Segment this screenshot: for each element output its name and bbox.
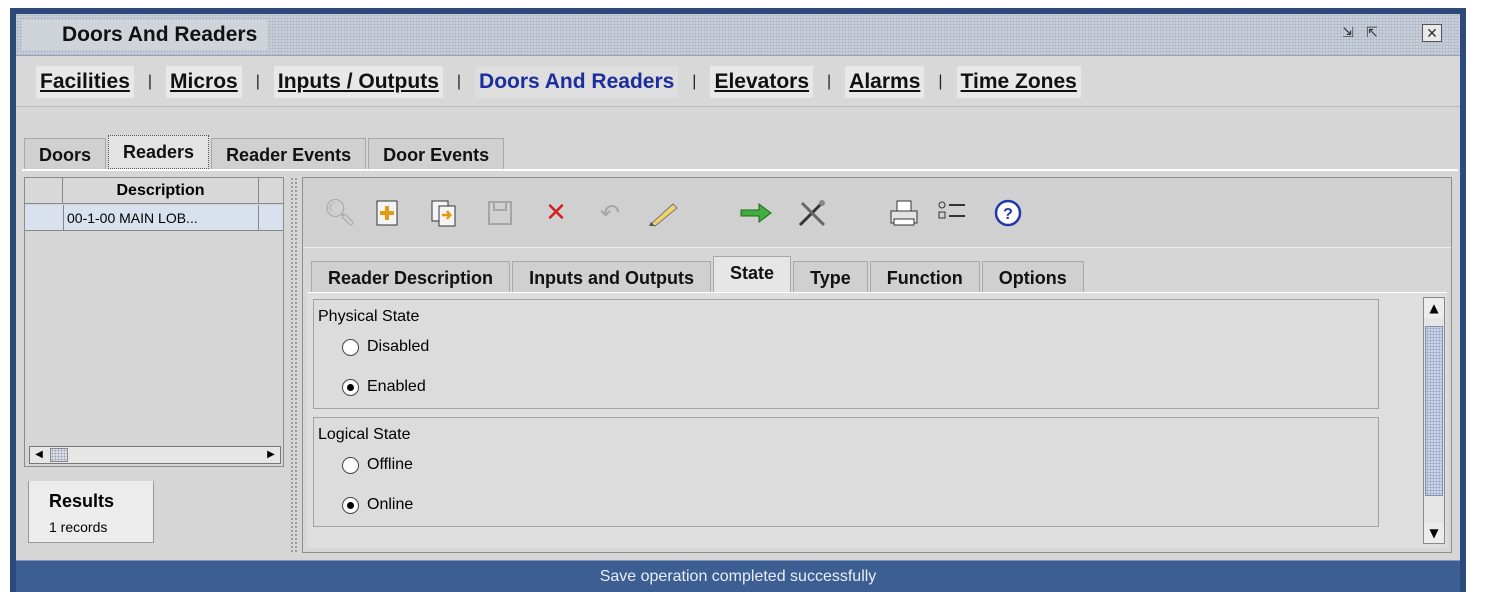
status-bar: Save operation completed successfully xyxy=(16,560,1460,592)
title-box: Doors And Readers xyxy=(22,20,268,50)
tab-reader-events[interactable]: Reader Events xyxy=(211,138,367,169)
results-tab[interactable]: Results 1 records xyxy=(28,481,154,543)
module-inputs-outputs[interactable]: Inputs / Outputs xyxy=(273,65,443,98)
subtab-bar: Doors Readers Reader Events Door Events xyxy=(24,135,506,169)
svg-text:?: ? xyxy=(1003,206,1013,223)
detail-tab-bar: Reader Description Inputs and Outputs St… xyxy=(311,256,1086,292)
radio-button[interactable] xyxy=(342,456,359,474)
nav-separator: | xyxy=(147,72,153,90)
save-icon[interactable] xyxy=(483,196,517,230)
nav-separator: | xyxy=(938,72,943,90)
toolbar: 🔍︎ ✕ ↶ ? xyxy=(303,178,1451,248)
radio-button[interactable] xyxy=(342,338,359,356)
main-area: Description 00-1-00 MAIN LOB... ◀ ▶ Resu… xyxy=(22,169,1458,559)
nav-separator: | xyxy=(255,72,260,90)
window-title: Doors And Readers xyxy=(62,23,258,46)
tab-function[interactable]: Function xyxy=(869,261,980,292)
title-bar[interactable]: Doors And Readers ⇲ ⇱ ✕ xyxy=(16,14,1460,56)
tab-doors[interactable]: Doors xyxy=(24,138,107,169)
radio-button-selected[interactable] xyxy=(342,378,359,396)
radio-label: Disabled xyxy=(367,338,430,355)
results-panel: Description 00-1-00 MAIN LOB... ◀ ▶ Resu… xyxy=(24,177,284,553)
search-icon[interactable]: 🔍︎ xyxy=(323,196,357,230)
list-icon[interactable] xyxy=(935,196,969,230)
scroll-right-icon[interactable]: ▶ xyxy=(262,447,280,463)
tab-options[interactable]: Options xyxy=(981,261,1084,292)
help-icon[interactable]: ? xyxy=(991,196,1025,230)
radio-offline[interactable]: Offline xyxy=(342,456,413,474)
panel-splitter[interactable] xyxy=(290,177,298,553)
vertical-scrollbar[interactable]: ▲ ▼ xyxy=(1423,297,1445,544)
close-icon[interactable]: ✕ xyxy=(1422,24,1442,42)
tools-icon[interactable] xyxy=(795,196,829,230)
physical-state-group: Physical State Disabled Enabled xyxy=(313,299,1379,409)
doors-and-readers-window: Doors And Readers ⇲ ⇱ ✕ Facilities | Mic… xyxy=(10,8,1466,592)
tab-door-events[interactable]: Door Events xyxy=(368,138,505,169)
logical-state-group: Logical State Offline Online xyxy=(313,417,1379,527)
radio-label: Offline xyxy=(367,456,413,473)
column-header-description[interactable]: Description xyxy=(63,178,259,204)
row-header-cell xyxy=(25,178,63,204)
nav-separator: | xyxy=(456,72,462,90)
table-cell-description[interactable]: 00-1-00 MAIN LOB... xyxy=(63,205,259,231)
module-micros[interactable]: Micros xyxy=(166,65,242,98)
state-tab-content: Physical State Disabled Enabled Logical … xyxy=(307,292,1447,548)
module-facilities[interactable]: Facilities xyxy=(36,65,134,98)
window-body: Doors And Readers ⇲ ⇱ ✕ Facilities | Mic… xyxy=(16,14,1460,592)
module-elevators[interactable]: Elevators xyxy=(710,65,814,98)
results-count: 1 records xyxy=(49,519,108,535)
scroll-thumb[interactable] xyxy=(1425,326,1443,496)
module-doors-and-readers[interactable]: Doors And Readers xyxy=(475,65,679,98)
radio-label: Enabled xyxy=(367,378,426,395)
radio-label: Online xyxy=(367,496,414,513)
table-row[interactable]: 00-1-00 MAIN LOB... xyxy=(25,205,283,231)
horizontal-scrollbar[interactable]: ◀ ▶ xyxy=(29,446,281,464)
nav-separator: | xyxy=(827,72,832,90)
scroll-left-icon[interactable]: ◀ xyxy=(30,447,48,463)
nav-separator: | xyxy=(692,72,697,90)
tab-state[interactable]: State xyxy=(713,256,792,292)
go-icon[interactable] xyxy=(739,196,773,230)
tab-inputs-and-outputs[interactable]: Inputs and Outputs xyxy=(512,261,712,292)
detail-panel: 🔍︎ ✕ ↶ ? Reader Description Inputs and O… xyxy=(302,177,1452,553)
undo-icon[interactable]: ↶ xyxy=(593,196,627,230)
radio-online[interactable]: Online xyxy=(342,496,413,514)
radio-button-selected[interactable] xyxy=(342,496,359,514)
delete-icon[interactable]: ✕ xyxy=(539,196,573,230)
physical-state-title: Physical State xyxy=(318,308,420,325)
add-icon[interactable] xyxy=(371,196,405,230)
maximize-icon[interactable]: ⇱ xyxy=(1362,24,1382,42)
edit-icon[interactable] xyxy=(647,196,681,230)
scroll-down-icon[interactable]: ▼ xyxy=(1424,523,1444,543)
module-alarms[interactable]: Alarms xyxy=(845,65,925,98)
radio-enabled[interactable]: Enabled xyxy=(342,378,426,396)
tab-readers[interactable]: Readers xyxy=(108,135,210,169)
print-icon[interactable] xyxy=(887,196,921,230)
tab-reader-description[interactable]: Reader Description xyxy=(311,261,511,292)
copy-icon[interactable] xyxy=(427,196,461,230)
results-label: Results xyxy=(49,491,115,511)
scroll-up-icon[interactable]: ▲ xyxy=(1424,298,1444,318)
tab-type[interactable]: Type xyxy=(793,261,868,292)
restore-icon[interactable]: ⇲ xyxy=(1338,24,1358,42)
module-time-zones[interactable]: Time Zones xyxy=(956,65,1081,98)
table-header: Description xyxy=(25,178,283,204)
radio-disabled[interactable]: Disabled xyxy=(342,338,429,356)
scroll-thumb[interactable] xyxy=(50,448,68,462)
logical-state-title: Logical State xyxy=(318,426,411,443)
module-nav: Facilities | Micros | Inputs / Outputs |… xyxy=(16,57,1460,107)
results-table[interactable]: Description 00-1-00 MAIN LOB... ◀ ▶ xyxy=(24,177,284,467)
